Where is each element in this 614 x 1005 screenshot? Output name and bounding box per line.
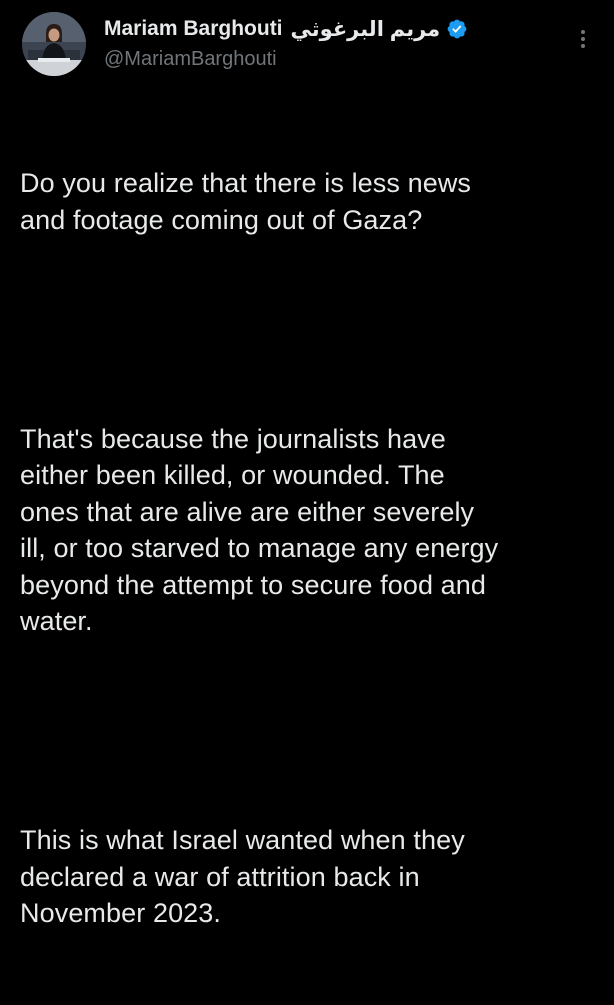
tweet-card: Mariam Barghouti مريم البرغوثي @MariamBa… (0, 0, 614, 928)
tweet-paragraph-3: This is what Israel wanted when they dec… (20, 825, 465, 928)
display-name[interactable]: Mariam Barghouti (104, 17, 283, 41)
user-handle[interactable]: @MariamBarghouti (104, 46, 554, 72)
avatar[interactable] (22, 12, 86, 76)
tweet-header: Mariam Barghouti مريم البرغوثي @MariamBa… (104, 14, 554, 72)
profile-photo-icon (22, 12, 86, 76)
tweet-paragraph-1: Do you realize that there is less news a… (20, 168, 472, 235)
tweet-text: Do you realize that there is less news a… (20, 92, 600, 1005)
more-options-icon[interactable] (576, 26, 590, 54)
name-row: Mariam Barghouti مريم البرغوثي (104, 14, 554, 44)
verified-badge-icon (446, 18, 468, 40)
tweet-paragraph-2: That's because the journalists have eith… (20, 423, 499, 637)
display-name-arabic[interactable]: مريم البرغوثي (291, 17, 441, 42)
